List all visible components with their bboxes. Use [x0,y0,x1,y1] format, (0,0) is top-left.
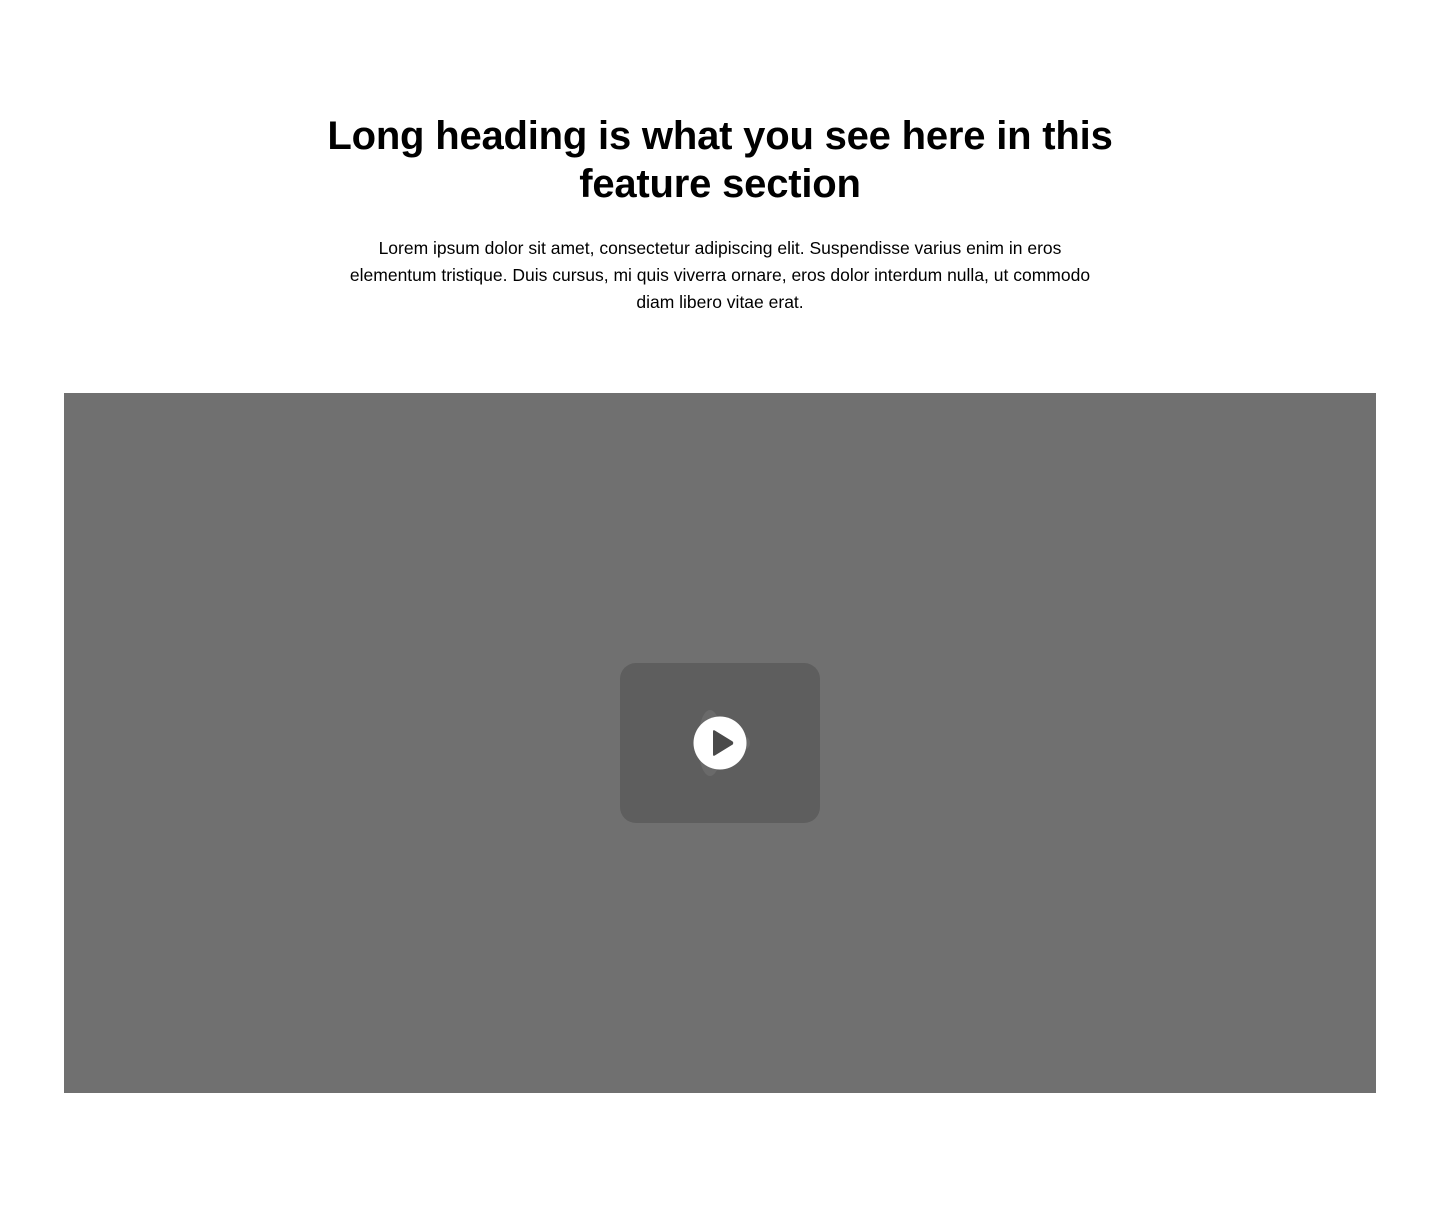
feature-header: Long heading is what you see here in thi… [320,112,1120,316]
feature-section: Long heading is what you see here in thi… [0,0,1440,1205]
play-video-button[interactable] [620,663,820,823]
play-icon[interactable] [688,707,752,779]
feature-description: Lorem ipsum dolor sit amet, consectetur … [349,238,1091,312]
feature-heading: Long heading is what you see here in thi… [327,114,1113,206]
video-placeholder[interactable] [64,393,1376,1093]
